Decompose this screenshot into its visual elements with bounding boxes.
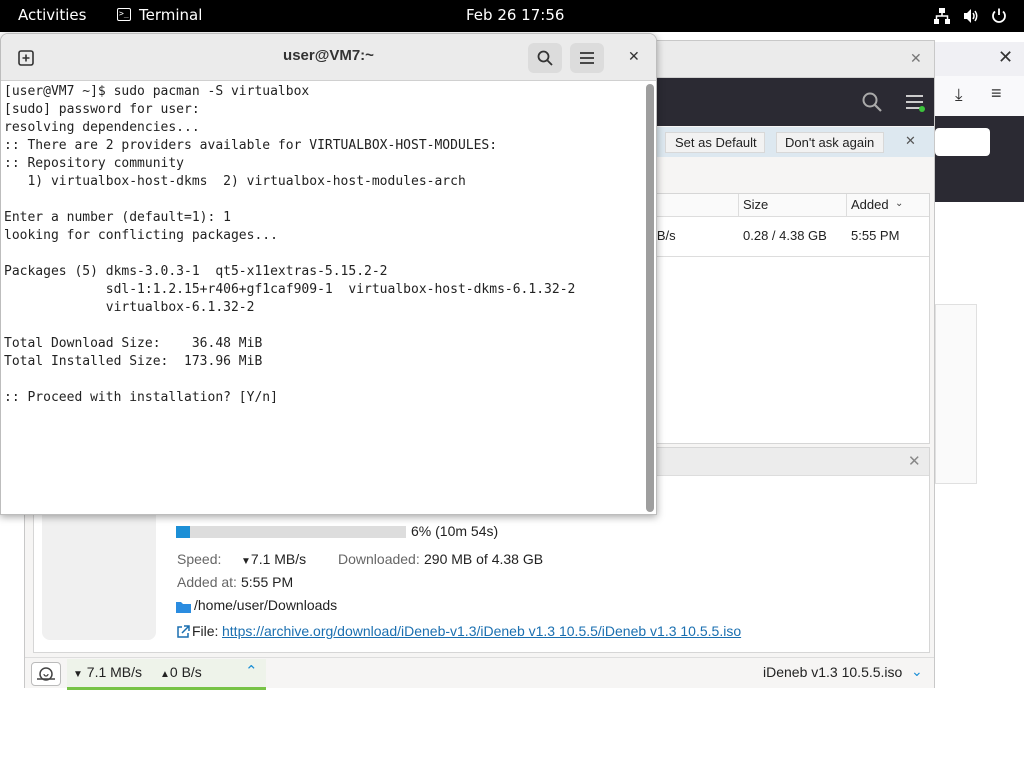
- progress-text: 6% (10m 54s): [411, 523, 499, 539]
- hamburger-menu-icon[interactable]: [905, 92, 925, 112]
- terminal-output[interactable]: [user@VM7 ~]$ sudo pacman -S virtualbox […: [4, 83, 644, 513]
- search-icon[interactable]: [861, 91, 883, 113]
- speed-indicator[interactable]: ▼ 7.1 MB/s ▲0 B/s ⌃: [67, 659, 266, 690]
- added-value: 5:55 PM: [241, 574, 294, 590]
- column-size[interactable]: Size: [743, 197, 768, 212]
- details-close-icon[interactable]: ✕: [908, 452, 921, 470]
- folder-path[interactable]: /home/user/Downloads: [194, 597, 337, 613]
- down-arrow-icon: ▼: [73, 669, 83, 680]
- chevron-up-icon[interactable]: ⌃: [245, 662, 258, 680]
- up-speed-value: 0 B/s: [169, 664, 202, 680]
- downloaded-value: 290 MB of 4.38 GB: [424, 551, 544, 567]
- progress-bar: [176, 526, 406, 538]
- added-label: Added at:: [177, 574, 237, 590]
- statusbar: ▼ 7.1 MB/s ▲0 B/s ⌃ iDeneb v1.3 10.5.5.i…: [25, 657, 934, 690]
- app-menu[interactable]: Terminal: [139, 6, 202, 24]
- terminal-line: [user@VM7 ~]$ sudo pacman -S virtualbox: [4, 84, 310, 99]
- up-arrow-icon: ▲: [160, 669, 170, 680]
- terminal-line: Packages (5) dkms-3.0.3-1 qt5-x11extras-…: [4, 264, 388, 279]
- activities-button[interactable]: Activities: [18, 6, 86, 24]
- infobar-close-icon[interactable]: ✕: [905, 133, 916, 149]
- browser-close-icon[interactable]: ✕: [998, 47, 1013, 68]
- terminal-line: resolving dependencies...: [4, 120, 200, 135]
- browser-menu-icon[interactable]: ≡: [991, 83, 1002, 104]
- column-added[interactable]: Added: [851, 197, 889, 212]
- turtle-mode-icon[interactable]: [31, 662, 61, 686]
- menu-button[interactable]: [570, 43, 604, 73]
- download-arrow-icon: ▼: [241, 556, 251, 567]
- status-filename: iDeneb v1.3 10.5.5.iso: [763, 664, 903, 680]
- terminal-headerbar: user@VM7:~ ✕: [1, 34, 656, 81]
- dont-ask-again-label: Don't ask again: [785, 135, 875, 150]
- set-default-button[interactable]: Set as Default: [665, 132, 765, 153]
- terminal-line: :: Repository community: [4, 156, 185, 171]
- terminal-scrollbar[interactable]: [646, 84, 654, 512]
- set-default-label: Set as Default: [675, 135, 757, 150]
- page-search-box[interactable]: [935, 128, 990, 156]
- down-speed-value: 7.1 MB/s: [86, 664, 143, 680]
- search-button[interactable]: [528, 43, 562, 73]
- gnome-top-bar: Activities >_ Terminal Feb 26 17:56: [0, 0, 1024, 32]
- terminal-line: [sudo] password for user:: [4, 102, 200, 117]
- download-icon[interactable]: ⤓: [955, 85, 963, 105]
- terminal-app-icon: >_: [117, 8, 131, 21]
- network-icon[interactable]: [933, 7, 951, 25]
- file-label: File:: [192, 623, 219, 639]
- sort-descending-icon: ⌄: [895, 198, 904, 209]
- down-speed: ▼ 7.1 MB/s: [73, 664, 142, 680]
- external-link-icon: [176, 625, 190, 639]
- page-card: [935, 304, 977, 484]
- downloaded-label: Downloaded:: [338, 551, 420, 567]
- row-added: 5:55 PM: [851, 228, 900, 243]
- file-thumbnail: [42, 498, 156, 640]
- search-icon: [537, 50, 553, 66]
- browser-toolbar: ⤓ ≡: [935, 76, 1024, 117]
- speed-value-group: ▼7.1 MB/s: [241, 551, 306, 567]
- folder-icon: [176, 601, 191, 613]
- row-size: 0.28 / 4.38 GB: [743, 228, 827, 243]
- terminal-line: sdl-1:1.2.15+r406+gf1caf909-1 virtualbox…: [4, 282, 576, 297]
- terminal-line: Enter a number (default=1): 1: [4, 210, 231, 225]
- terminal-line: looking for conflicting packages...: [4, 228, 278, 243]
- terminal-line: :: There are 2 providers available for V…: [4, 138, 498, 153]
- progress-fill: [176, 526, 190, 538]
- hamburger-icon: [580, 52, 594, 64]
- terminal-line: Total Download Size: 36.48 MiB: [4, 336, 263, 351]
- page-header: [935, 116, 1024, 202]
- volume-icon[interactable]: [962, 7, 980, 25]
- terminal-line: Total Installed Size: 173.96 MiB: [4, 354, 263, 369]
- terminal-window: user@VM7:~ ✕ [user@VM7 ~]$ sudo pacman -…: [0, 33, 657, 515]
- file-url-link[interactable]: https://archive.org/download/iDeneb-v1.3…: [222, 623, 741, 639]
- terminal-line: :: Proceed with installation? [Y/n]: [4, 390, 278, 405]
- up-speed: ▲0 B/s: [160, 664, 202, 680]
- close-window-icon[interactable]: ✕: [628, 48, 640, 65]
- close-icon[interactable]: ✕: [910, 50, 922, 67]
- terminal-line: virtualbox-6.1.32-2: [4, 300, 255, 315]
- dont-ask-again-button[interactable]: Don't ask again: [776, 132, 884, 153]
- chevron-down-icon[interactable]: ⌄: [911, 663, 923, 680]
- power-icon[interactable]: [990, 7, 1008, 25]
- speed-label: Speed:: [177, 551, 222, 567]
- clock[interactable]: Feb 26 17:56: [466, 6, 564, 24]
- speed-value: 7.1 MB/s: [250, 551, 307, 567]
- terminal-line: 1) virtualbox-host-dkms 2) virtualbox-ho…: [4, 174, 466, 189]
